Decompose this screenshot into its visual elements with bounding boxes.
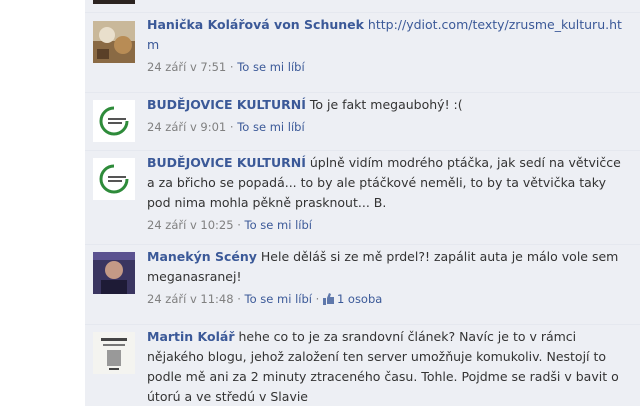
profile-photo-icon [93,332,135,374]
comment-time[interactable]: 24 září v 9:01 [147,120,226,134]
comment-author[interactable]: Manekýn Scény [147,249,257,264]
avatar[interactable] [93,158,135,200]
comment-author[interactable]: Hanička Kolářová von Schunek [147,17,364,32]
comment-body: BUDĚJOVICE KULTURNÍ úplně vidím modrého … [147,153,627,235]
likes-count[interactable]: 1 osoba [322,292,383,306]
separator: · [315,292,320,306]
comment-item: Martin Kolář hehe co to je za srandovní … [85,324,640,414]
comment-meta: 24 září v 7:51 · To se mi líbí [147,57,627,77]
budejovice-kulturni-logo-icon [93,100,135,142]
comment-item: Hanička Kolářová von Schunek http://ydio… [85,12,640,92]
comment-author[interactable]: BUDĚJOVICE KULTURNÍ [147,155,306,170]
likes-count-text: 1 osoba [336,292,383,306]
avatar[interactable] [93,252,135,294]
separator: · [229,120,234,134]
like-link[interactable]: To se mi líbí [245,292,312,306]
avatar [93,0,135,4]
comment-meta: 24 září v 10:25 · To se mi líbí [147,215,627,235]
like-link[interactable]: To se mi líbí [237,120,304,134]
comment-author[interactable]: Martin Kolář [147,329,235,344]
separator: · [229,60,234,74]
profile-photo-icon [93,252,135,294]
comment-item: BUDĚJOVICE KULTURNÍ To je fakt megaubohý… [85,92,640,148]
like-link[interactable]: To se mi líbí [237,60,304,74]
avatar[interactable] [93,21,135,63]
comment-item: Manekýn Scény Hele děláš si ze mě prdel?… [85,244,640,322]
comment-body: BUDĚJOVICE KULTURNÍ To je fakt megaubohý… [147,95,627,137]
comment-meta: 24 září v 11:48 · To se mi líbí · 1 osob… [147,289,627,309]
comment-item: BUDĚJOVICE KULTURNÍ úplně vidím modrého … [85,150,640,242]
comment-body: Hanička Kolářová von Schunek http://ydio… [147,15,627,77]
separator: · [237,218,241,232]
separator: · [237,292,241,306]
comment-text: To je fakt megaubohý! :( [309,97,463,112]
comment-time[interactable]: 24 září v 7:51 [147,60,226,74]
like-link[interactable]: To se mi líbí [245,218,312,232]
comment-author[interactable]: BUDĚJOVICE KULTURNÍ [147,97,306,112]
avatar[interactable] [93,100,135,142]
comment-time[interactable]: 24 září v 11:48 [147,292,234,306]
comment-body: Manekýn Scény Hele děláš si ze mě prdel?… [147,247,627,309]
avatar[interactable] [93,332,135,374]
budejovice-kulturni-logo-icon [93,158,135,200]
comment-body: Martin Kolář hehe co to je za srandovní … [147,327,627,407]
comment-time[interactable]: 24 září v 10:25 [147,218,234,232]
comment-meta: 24 září v 9:01 · To se mi líbí [147,117,627,137]
thumbs-up-icon [322,293,334,305]
profile-photo-icon [93,21,135,63]
previous-comment-fragment [85,0,640,10]
